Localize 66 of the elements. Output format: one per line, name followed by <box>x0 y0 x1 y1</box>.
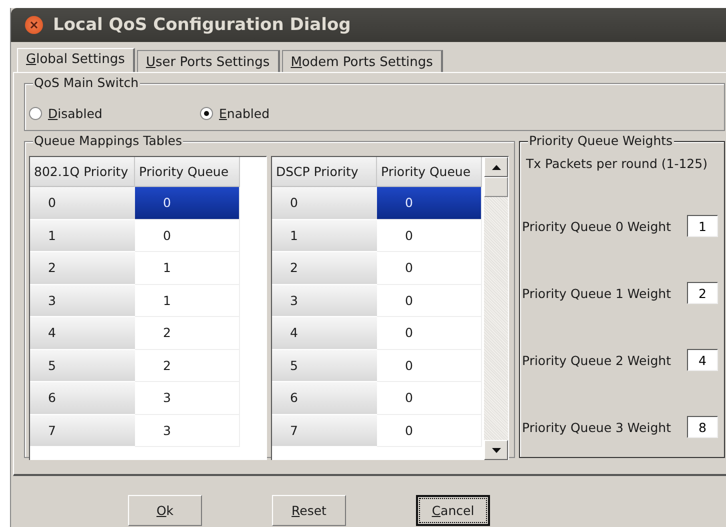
dialog-button[interactable]: Ok <box>128 495 202 526</box>
table-cell[interactable]: 0 <box>377 317 482 350</box>
field-label: Priority Queue 3 Weight <box>522 420 671 434</box>
table-cell[interactable]: 1 <box>135 252 240 284</box>
table-cell[interactable]: 0 <box>377 350 482 382</box>
scroll-thumb[interactable] <box>484 177 508 197</box>
field-label: Priority Queue 2 Weight <box>522 352 671 368</box>
field-label: Priority Queue 0 Weight <box>522 218 671 234</box>
table-cell[interactable]: 1 <box>135 284 240 317</box>
row-header: 7 <box>272 414 377 447</box>
scroll-up-button[interactable] <box>484 157 508 177</box>
input-field[interactable]: 2 <box>687 282 718 304</box>
row-header: 4 <box>272 317 377 350</box>
group-title: Queue Mappings Tables <box>33 133 184 148</box>
radio-label[interactable]: Enabled <box>219 106 270 120</box>
row-header: 3 <box>30 284 135 317</box>
column-header: Priority Queue <box>377 157 482 187</box>
row-header: 7 <box>30 414 135 447</box>
table-cell[interactable]: 0 <box>135 187 240 220</box>
table-cell[interactable]: 3 <box>135 414 240 447</box>
table-cell[interactable]: 3 <box>135 382 240 414</box>
hint-text: Tx Packets per round (1-125) <box>525 155 708 171</box>
row-header: 5 <box>272 350 377 382</box>
row-header: 2 <box>272 252 377 284</box>
table-cell[interactable]: 0 <box>377 284 482 317</box>
row-header: 1 <box>30 220 135 252</box>
dialog-button[interactable]: Cancel <box>416 495 490 526</box>
scrollbar[interactable] <box>484 157 508 460</box>
radio-button[interactable] <box>200 106 213 120</box>
input-field[interactable]: 4 <box>687 349 718 371</box>
radio-button[interactable] <box>29 106 42 120</box>
table-cell[interactable]: 0 <box>377 414 482 447</box>
tab[interactable]: Modem Ports Settings <box>282 50 443 72</box>
tab[interactable]: User Ports Settings <box>136 50 280 72</box>
table-cell[interactable]: 0 <box>377 220 482 252</box>
table-cell[interactable]: 0 <box>135 220 240 252</box>
row-header: 0 <box>30 187 135 220</box>
column-header: DSCP Priority <box>272 157 377 187</box>
group-title: Priority Queue Weights <box>528 133 674 148</box>
column-header: Priority Queue <box>135 157 240 187</box>
window-title: Local QoS Configuration Dialog <box>53 15 351 35</box>
table-cell[interactable]: 0 <box>377 382 482 414</box>
up-arrow-icon <box>492 164 500 170</box>
field-label: Priority Queue 1 Weight <box>522 286 671 300</box>
down-arrow-icon <box>492 448 500 452</box>
table-cell[interactable]: 0 <box>377 187 482 220</box>
row-header: 1 <box>272 220 377 252</box>
close-icon[interactable] <box>25 16 43 34</box>
row-header: 0 <box>272 187 377 220</box>
table-cell[interactable]: 0 <box>377 252 482 284</box>
radio-label[interactable]: Disabled <box>48 106 102 120</box>
table-cell[interactable]: 2 <box>135 350 240 382</box>
tab[interactable]: Global Settings <box>17 48 135 72</box>
row-header: 3 <box>272 284 377 317</box>
row-header: 6 <box>30 382 135 414</box>
row-header: 5 <box>30 350 135 382</box>
row-header: 6 <box>272 382 377 414</box>
row-header: 4 <box>30 317 135 350</box>
table-cell[interactable]: 2 <box>135 317 240 350</box>
column-header: 802.1Q Priority <box>30 157 135 187</box>
scroll-down-button[interactable] <box>484 440 508 460</box>
dialog-button[interactable]: Reset <box>272 495 346 526</box>
input-field[interactable]: 8 <box>687 416 718 438</box>
group-title: QoS Main Switch <box>33 75 140 90</box>
input-field[interactable]: 1 <box>687 215 718 237</box>
row-header: 2 <box>30 252 135 284</box>
